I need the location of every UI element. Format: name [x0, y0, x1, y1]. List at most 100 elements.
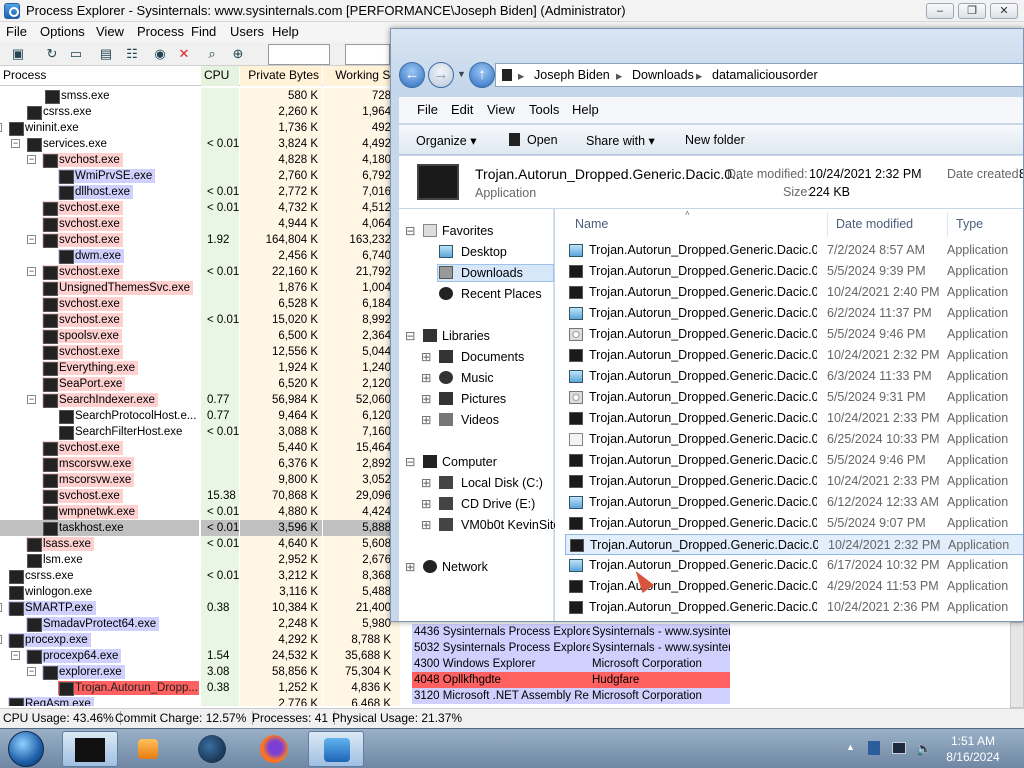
tree-vm-share[interactable]: VM0b0t KevinSite — [461, 516, 560, 534]
table-row[interactable]: svchost.exe 12,556 K 5,044 — [0, 344, 400, 360]
taskbar-app-globe[interactable] — [184, 731, 240, 767]
window-icon[interactable]: ▭ — [66, 45, 86, 63]
taskbar-app-firefox[interactable] — [246, 731, 302, 767]
network-tray-icon[interactable] — [892, 742, 906, 754]
table-row[interactable]: taskhost.exe < 0.01 3,596 K 5,888 — [0, 520, 400, 536]
table-row[interactable]: SearchProtocolHost.e... 0.77 9,464 K 6,120 — [0, 408, 400, 424]
file-row[interactable]: Trojan.Autorun_Dropped.Generic.Dacic.0..… — [565, 387, 1023, 408]
expand-icon[interactable]: ⊞ — [421, 369, 431, 387]
file-row[interactable]: Trojan.Autorun_Dropped.Generic.Dacic.0..… — [565, 492, 1023, 513]
explorer-menu-edit[interactable]: Edit — [451, 102, 473, 117]
menu-help[interactable]: Help — [272, 24, 299, 39]
menu-users[interactable]: Users — [230, 24, 264, 39]
collapse-icon[interactable]: − — [11, 139, 20, 148]
start-button[interactable] — [8, 731, 44, 767]
explorer-menu-view[interactable]: View — [487, 102, 515, 117]
table-row[interactable]: UnsignedThemesSvc.exe 1,876 K 1,004 — [0, 280, 400, 296]
table-row[interactable]: SeaPort.exe 6,520 K 2,120 — [0, 376, 400, 392]
expand-icon[interactable]: ⊞ — [421, 411, 431, 429]
minimize-button[interactable]: – — [926, 3, 954, 19]
tree-desktop[interactable]: Desktop — [461, 243, 507, 261]
volume-icon[interactable]: 🔈 — [916, 741, 932, 757]
menu-file[interactable]: File — [6, 24, 27, 39]
kill-process-icon[interactable]: ✕ — [174, 45, 194, 63]
column-process[interactable]: Process — [0, 66, 199, 86]
file-row[interactable]: Trojan.Autorun_Dropped.Generic.Dacic.0..… — [565, 408, 1023, 429]
tree-libraries[interactable]: Libraries — [442, 327, 490, 345]
taskbar-app-cmd[interactable] — [62, 731, 118, 767]
column-working-set[interactable]: Working Se — [323, 66, 400, 86]
system-clock[interactable]: 1:51 AM 8/16/2024 — [938, 733, 1008, 765]
file-row[interactable]: Trojan.Autorun_Dropped.Generic.Dacic.0..… — [565, 534, 1023, 555]
share-with-button[interactable]: Share with ▾ — [586, 133, 655, 148]
file-row[interactable]: Trojan.Autorun_Dropped.Generic.Dacic.0..… — [565, 513, 1023, 534]
title-bar[interactable]: Process Explorer - Sysinternals: www.sys… — [0, 0, 1024, 22]
tree-icon[interactable]: ☷ — [122, 45, 142, 63]
tree-computer[interactable]: Computer — [442, 453, 497, 471]
collapse-icon[interactable]: − — [27, 667, 36, 676]
table-row[interactable]: SearchFilterHost.exe < 0.01 3,088 K 7,160 — [0, 424, 400, 440]
memory-graph[interactable] — [345, 44, 390, 65]
table-row[interactable]: smss.exe 580 K 728 — [0, 88, 400, 104]
table-row[interactable]: −procexp.exe 4,292 K8,788 K — [0, 632, 400, 648]
expand-icon[interactable]: ⊞ — [421, 348, 431, 366]
expand-icon[interactable]: ⊞ — [421, 495, 431, 513]
table-row[interactable]: csrss.exe 2,260 K 1,964 — [0, 104, 400, 120]
column-private-bytes[interactable]: Private Bytes — [240, 66, 322, 86]
table-row[interactable]: lsm.exe 2,952 K 2,676 — [0, 552, 400, 568]
tree-favorites[interactable]: Favorites — [442, 222, 493, 240]
table-row[interactable]: − procexp64.exe 1.54 24,532 K 35,688 K — [0, 648, 400, 664]
table-row[interactable]: svchost.exe < 0.01 4,732 K 4,512 — [0, 200, 400, 216]
breadcrumb-folder[interactable]: datamaliciousorder — [712, 68, 818, 82]
expand-icon[interactable]: ⊞ — [421, 516, 431, 534]
table-row[interactable]: svchost.exe 5,440 K 15,464 — [0, 440, 400, 456]
menu-options[interactable]: Options — [40, 24, 85, 39]
table-row[interactable]: Trojan.Autorun_Dropp... 0.38 1,252 K 4,836 … — [0, 680, 400, 696]
tree-local-disk[interactable]: Local Disk (C:) — [461, 474, 543, 492]
table-row[interactable]: mscorsvw.exe 9,800 K 3,052 — [0, 472, 400, 488]
menu-view[interactable]: View — [96, 24, 124, 39]
tree-music[interactable]: Music — [461, 369, 494, 387]
table-row[interactable]: csrss.exe < 0.01 3,212 K 8,368 — [0, 568, 400, 584]
tree-documents[interactable]: Documents — [461, 348, 524, 366]
taskbar-app-media[interactable] — [120, 731, 176, 767]
menu-process[interactable]: Process — [137, 24, 184, 39]
file-row[interactable]: Trojan.Autorun_Dropped.Generic.Dacic.0..… — [565, 450, 1023, 471]
tree-recent-places[interactable]: Recent Places — [461, 285, 542, 303]
tree-videos[interactable]: Videos — [461, 411, 499, 429]
collapse-icon[interactable]: − — [27, 267, 36, 276]
breadcrumb-user[interactable]: Joseph Biden — [534, 68, 610, 82]
collapse-icon[interactable]: − — [11, 651, 20, 660]
file-row[interactable]: Trojan.Autorun_Dropped.Generic.Dacic.0..… — [565, 366, 1023, 387]
collapse-icon[interactable]: − — [27, 235, 36, 244]
file-row[interactable]: Trojan.Autorun_Dropped.Generic.Dacic.0..… — [565, 324, 1023, 345]
table-row[interactable]: − services.exe < 0.01 3,824 K 4,492 — [0, 136, 400, 152]
show-hidden-icons-icon[interactable]: ▲ — [846, 742, 855, 752]
file-row[interactable]: Trojan.Autorun_Dropped.Generic.Dacic.0..… — [565, 471, 1023, 492]
table-row[interactable]: WmiPrvSE.exe 2,760 K 6,792 — [0, 168, 400, 184]
address-bar[interactable]: ▸ Joseph Biden ▸ Downloads ▸ datamalicio… — [495, 63, 1023, 87]
table-row[interactable]: mscorsvw.exe 6,376 K 2,892 — [0, 456, 400, 472]
file-row[interactable]: Trojan.Autorun_Dropped.Generic.Dacic.0..… — [565, 261, 1023, 282]
tree-downloads[interactable]: Downloads — [461, 264, 523, 282]
close-button[interactable]: ✕ — [990, 3, 1018, 19]
history-dropdown-icon[interactable]: ▼ — [457, 69, 466, 79]
table-row[interactable]: wmpnetwk.exe < 0.01 4,880 K 4,424 — [0, 504, 400, 520]
collapse-icon[interactable]: ⊟ — [405, 453, 415, 471]
table-row[interactable]: Everything.exe 1,924 K 1,240 — [0, 360, 400, 376]
tree-pictures[interactable]: Pictures — [461, 390, 506, 408]
save-icon[interactable]: ▣ — [8, 45, 28, 63]
file-row[interactable]: Trojan.Autorun_Dropped.Generic.Dacic.0..… — [565, 303, 1023, 324]
table-row[interactable]: − explorer.exe 3.08 58,856 K 75,304 K — [0, 664, 400, 680]
table-row[interactable]: −SMARTP.exe0.3810,384 K21,400 — [0, 600, 400, 616]
table-row[interactable]: svchost.exe < 0.01 15,020 K 8,992 — [0, 312, 400, 328]
new-folder-button[interactable]: New folder — [685, 133, 745, 147]
tree-cd-drive[interactable]: CD Drive (E:) — [461, 495, 535, 513]
menu-find[interactable]: Find — [191, 24, 216, 39]
collapse-icon[interactable]: ⊟ — [405, 222, 415, 240]
table-row[interactable]: SmadavProtect64.exe 2,248 K 5,980 — [0, 616, 400, 632]
table-row[interactable]: dllhost.exe < 0.01 2,772 K 7,016 — [0, 184, 400, 200]
column-cpu[interactable]: CPU — [201, 66, 239, 86]
table-row[interactable]: − SearchIndexer.exe 0.77 56,984 K 52,060 — [0, 392, 400, 408]
collapse-icon[interactable]: − — [27, 395, 36, 404]
